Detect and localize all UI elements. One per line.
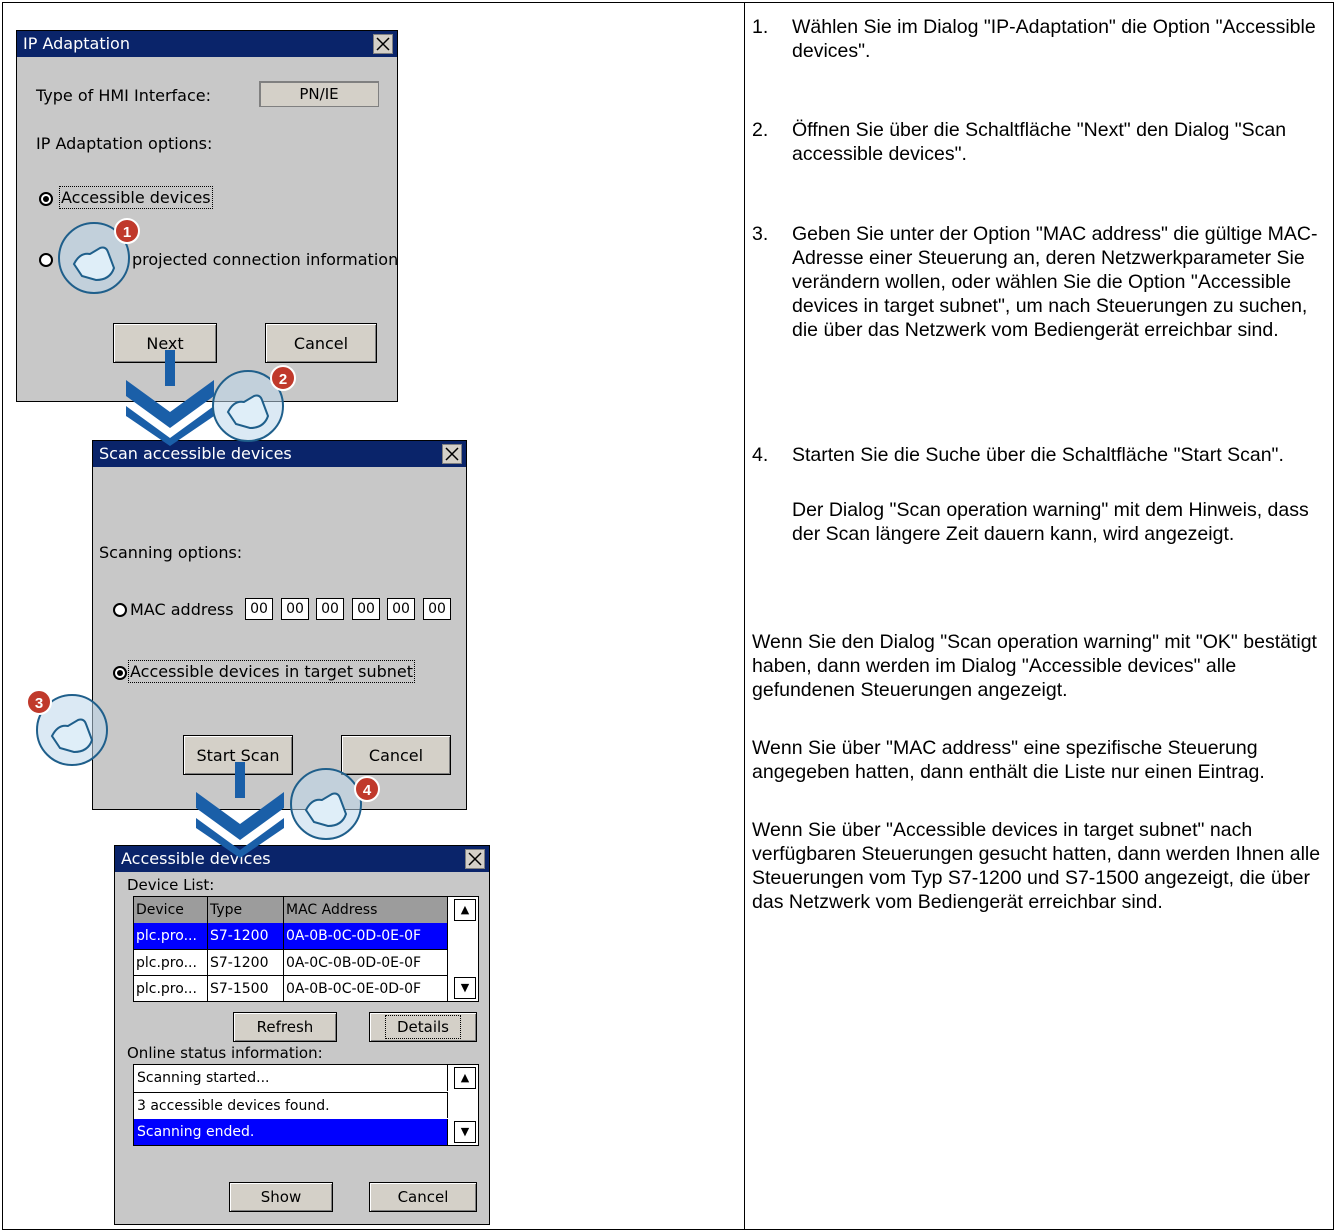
online-status-label: Online status information: <box>127 1044 323 1062</box>
projected-connection-radio[interactable] <box>39 253 53 267</box>
mac-octet-field[interactable]: 00 <box>245 598 273 620</box>
mac-address-radio[interactable] <box>113 603 127 617</box>
accessible-devices-option-label[interactable]: Accessible devices <box>59 186 213 209</box>
scan-dialog: Scan accessible devices Scanning options… <box>92 440 467 810</box>
refresh-button[interactable]: Refresh <box>233 1012 337 1042</box>
tap-hand-icon <box>290 768 362 840</box>
scroll-down-icon[interactable]: ▼ <box>454 1121 476 1143</box>
mac-octet-field[interactable]: 00 <box>281 598 309 620</box>
device-list-label: Device List: <box>127 876 215 894</box>
show-button[interactable]: Show <box>229 1182 333 1212</box>
step-badge: 1 <box>114 218 140 244</box>
type-cell: S7-1200 <box>208 950 284 976</box>
mac-octet-field[interactable]: 00 <box>387 598 415 620</box>
step-number: 3. <box>752 223 769 245</box>
accessible-devices-titlebar: Accessible devices <box>115 846 489 872</box>
cancel-button[interactable]: Cancel <box>369 1182 477 1212</box>
cancel-button[interactable]: Cancel <box>341 735 451 775</box>
table-row[interactable]: plc.pro... S7-1200 0A-0B-0C-0D-0E-0F <box>134 923 448 949</box>
mac-octet-field[interactable]: 00 <box>352 598 380 620</box>
mac-cell: 0A-0B-0C-0D-0E-0F <box>284 923 448 949</box>
cancel-button[interactable]: Cancel <box>265 323 377 363</box>
step-badge: 2 <box>270 365 296 391</box>
result-paragraph: Wenn Sie den Dialog "Scan operation warn… <box>752 631 1317 701</box>
column-divider <box>744 2 745 1230</box>
device-list-header: Device Type MAC Address <box>134 897 448 923</box>
scroll-down-icon[interactable]: ▼ <box>454 977 476 999</box>
close-icon[interactable] <box>465 849 485 869</box>
hmi-interface-label: Type of HMI Interface: <box>36 86 212 105</box>
mac-address-label[interactable]: MAC address <box>130 600 234 619</box>
target-subnet-label[interactable]: Accessible devices in target subnet <box>127 660 416 683</box>
column-header-mac[interactable]: MAC Address <box>284 897 448 923</box>
ip-adaptation-titlebar: IP Adaptation <box>17 31 397 57</box>
status-list: Scanning started... 3 accessible devices… <box>133 1064 479 1146</box>
details-button-label: Details <box>384 1015 462 1039</box>
scroll-up-icon[interactable]: ▲ <box>454 899 476 921</box>
column-header-type[interactable]: Type <box>208 897 284 923</box>
ip-adaptation-title: IP Adaptation <box>23 34 130 53</box>
list-item: Scanning ended. <box>134 1119 448 1145</box>
accessible-devices-radio[interactable] <box>39 192 53 206</box>
mac-octet-field[interactable]: 00 <box>423 598 451 620</box>
type-cell: S7-1200 <box>208 923 284 949</box>
ip-options-label: IP Adaptation options: <box>36 134 213 153</box>
step-number: 1. <box>752 16 769 38</box>
step-number: 4. <box>752 444 769 466</box>
table-row[interactable]: plc.pro... S7-1500 0A-0B-0C-0E-0D-0F <box>134 975 448 1002</box>
device-cell: plc.pro... <box>134 976 208 1002</box>
list-item: 3 accessible devices found. <box>134 1092 448 1118</box>
device-cell: plc.pro... <box>134 950 208 976</box>
mac-cell: 0A-0B-0C-0E-0D-0F <box>284 976 448 1002</box>
hmi-interface-value: PN/IE <box>259 81 379 107</box>
scanning-options-label: Scanning options: <box>99 543 243 562</box>
device-list: Device Type MAC Address plc.pro... S7-12… <box>133 896 479 1002</box>
close-icon[interactable] <box>442 444 462 464</box>
device-cell: plc.pro... <box>134 923 208 949</box>
close-icon[interactable] <box>373 34 393 54</box>
result-paragraph: Wenn Sie über "MAC address" eine spezifi… <box>752 737 1265 783</box>
step-4-note: Der Dialog "Scan operation warning" mit … <box>792 499 1309 545</box>
flow-arrow-icon <box>126 350 214 446</box>
mac-octet-field[interactable]: 00 <box>316 598 344 620</box>
result-paragraph: Wenn Sie über "Accessible devices in tar… <box>752 819 1321 913</box>
ip-adaptation-dialog: IP Adaptation Type of HMI Interface: PN/… <box>16 30 398 402</box>
type-cell: S7-1500 <box>208 976 284 1002</box>
column-header-device[interactable]: Device <box>134 897 208 923</box>
step-text: Starten Sie die Suche über die Schaltflä… <box>792 444 1284 466</box>
step-text: Öffnen Sie über die Schaltfläche "Next" … <box>792 119 1287 165</box>
step-badge: 3 <box>26 689 52 715</box>
projected-connection-option-label[interactable]: projected connection information <box>132 250 398 269</box>
scan-title: Scan accessible devices <box>99 444 292 463</box>
step-text: Geben Sie unter der Option "MAC address"… <box>792 223 1318 341</box>
step-number: 2. <box>752 119 769 141</box>
flow-arrow-icon <box>196 762 284 858</box>
table-row[interactable]: plc.pro... S7-1200 0A-0C-0B-0D-0E-0F <box>134 949 448 976</box>
details-button[interactable]: Details <box>369 1012 477 1042</box>
scroll-up-icon[interactable]: ▲ <box>454 1067 476 1089</box>
step-text: Wählen Sie im Dialog "IP-Adaptation" die… <box>792 16 1316 62</box>
step-badge: 4 <box>354 776 380 802</box>
mac-cell: 0A-0C-0B-0D-0E-0F <box>284 950 448 976</box>
target-subnet-radio[interactable] <box>113 666 127 680</box>
accessible-devices-dialog: Accessible devices Device List: Device T… <box>114 845 490 1225</box>
list-item: Scanning started... <box>134 1065 448 1091</box>
